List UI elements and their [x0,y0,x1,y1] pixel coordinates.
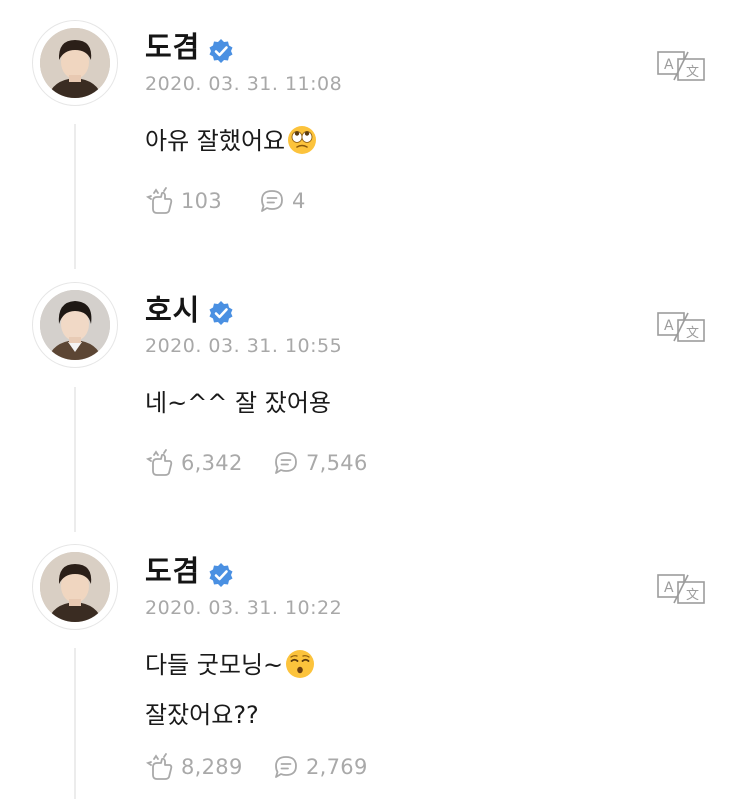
comment-count: 4 [292,189,306,213]
like-icon [145,753,173,780]
thread-line [74,387,76,532]
translate-icon[interactable]: A 文 [656,573,706,605]
like-stat[interactable]: 6,342 [145,448,243,478]
comment-stat[interactable]: 2,769 [272,752,368,782]
translate-icon[interactable]: A 文 [656,311,706,343]
avatar[interactable] [32,20,118,106]
svg-text:文: 文 [686,326,699,341]
svg-text:A: A [664,580,674,596]
like-count: 103 [181,189,222,213]
author-name[interactable]: 도겸 [145,30,200,64]
verified-badge-icon [209,39,233,63]
avatar[interactable] [32,544,118,630]
like-stat[interactable]: 8,289 [145,752,243,782]
svg-text:文: 文 [686,588,699,603]
eye-roll-emoji-icon [288,126,317,154]
like-count: 6,342 [181,451,243,475]
comment-count: 2,769 [306,755,368,779]
svg-text:A: A [664,57,674,73]
post-text: 네~^^ 잘 잤어용 [145,378,331,428]
comment-icon [275,452,297,474]
svg-text:文: 文 [686,65,699,80]
avatar[interactable] [32,282,118,368]
thread-line [74,124,76,269]
avatar-photo [40,552,110,622]
comment-icon [261,190,283,212]
like-count: 8,289 [181,755,243,779]
comment-icon [275,756,297,778]
comment-stat[interactable]: 7,546 [272,448,368,478]
avatar-photo [40,28,110,98]
verified-badge-icon [209,563,233,587]
post-text: 아유 잘했어요 [145,116,317,166]
author-name[interactable]: 호시 [145,293,200,327]
like-icon [145,187,173,214]
like-icon [145,449,173,476]
post-timestamp: 2020. 03. 31. 11:08 [145,73,343,95]
kissing-emoji-icon [286,650,315,678]
thread-line [74,648,76,799]
post-text: 다들 굿모닝~ 잘잤어요?? [145,640,315,740]
comment-count: 7,546 [306,451,368,475]
post-text-line-1: 다들 굿모닝~ [145,640,315,690]
translate-icon[interactable]: A 文 [656,50,706,82]
comment-stat[interactable]: 4 [258,186,306,216]
like-stat[interactable]: 103 [145,186,222,216]
verified-badge-icon [209,301,233,325]
author-name[interactable]: 도겸 [145,554,200,588]
avatar-photo [40,290,110,360]
post-timestamp: 2020. 03. 31. 10:22 [145,597,343,619]
post-text-line: 다들 굿모닝~ [145,651,284,679]
svg-text:A: A [664,318,674,334]
post-text-line-2: 잘잤어요?? [145,701,259,729]
post-timestamp: 2020. 03. 31. 10:55 [145,335,343,357]
post-text-line: 아유 잘했어요 [145,127,286,155]
post-text-line: 네~^^ 잘 잤어용 [145,389,331,417]
